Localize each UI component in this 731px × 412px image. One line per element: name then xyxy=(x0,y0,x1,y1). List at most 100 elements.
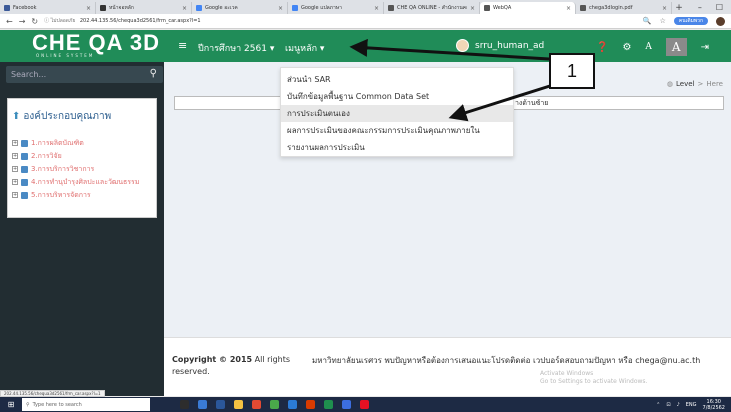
browser-tab[interactable]: หน้าจอหลัก × xyxy=(96,2,192,14)
network-icon[interactable]: ⊡ xyxy=(666,402,670,408)
tab-favicon-icon xyxy=(388,5,394,11)
panel-title: ⬆ องค์ประกอบคุณภาพ xyxy=(12,109,111,124)
expand-icon[interactable]: + xyxy=(12,153,18,159)
new-tab-button[interactable]: + xyxy=(672,2,686,14)
tree-item[interactable]: +3.การบริการวิชาการ xyxy=(12,165,141,173)
quality-component-panel: ⬆ องค์ประกอบคุณภาพ +1.การผลิตบัณฑิต +2.กา… xyxy=(7,98,157,218)
store-icon[interactable] xyxy=(216,400,225,409)
tab-close-icon[interactable]: × xyxy=(566,5,571,12)
account-pill[interactable]: คนเดิมพวก xyxy=(673,17,708,25)
tab-close-icon[interactable]: × xyxy=(470,5,475,12)
dashboard-icon: ◍ xyxy=(666,80,674,88)
search-icon[interactable]: ⚲ xyxy=(150,68,157,79)
volume-icon[interactable]: ♪ xyxy=(677,402,680,408)
font-size-small-button[interactable]: A xyxy=(645,42,652,52)
copyright-rest: All rights xyxy=(252,355,291,364)
url-field[interactable]: ⓘ ไม่ปลอดภัย 202.44.135.56/chequa3d2561/… xyxy=(44,17,637,25)
expand-icon[interactable]: + xyxy=(12,192,18,198)
zoom-icon[interactable]: 🔍 xyxy=(643,17,652,25)
star-icon[interactable]: ☆ xyxy=(660,17,666,25)
sidebar: Search... ⚲ ⬆ องค์ประกอบคุณภาพ +1.การผลิ… xyxy=(0,62,164,396)
cogs-icon[interactable]: ⚙ xyxy=(622,42,631,53)
user-menu[interactable]: srru_human_ad xyxy=(456,39,544,52)
expand-icon[interactable]: + xyxy=(12,166,18,172)
folder-icon xyxy=(21,179,28,186)
taskbar-search-input[interactable]: ⚲ Type here to search xyxy=(22,398,150,411)
windows-start-icon[interactable]: ⊞ xyxy=(0,400,22,409)
browser-tab[interactable]: Google อะเวค × xyxy=(192,2,288,14)
question-icon[interactable]: ❓ xyxy=(596,42,608,53)
expand-icon[interactable]: + xyxy=(12,179,18,185)
menu-item[interactable]: ผลการประเมินของคณะกรรมการประเมินคุณภาพภา… xyxy=(281,122,513,139)
tab-close-icon[interactable]: × xyxy=(182,5,187,12)
profile-avatar[interactable] xyxy=(716,16,725,26)
tab-label: Google แปลภาษา xyxy=(301,5,342,11)
browser-tab[interactable]: Facebook × xyxy=(0,2,96,14)
sign-out-icon[interactable]: ⇥ xyxy=(701,42,709,53)
tab-close-icon[interactable]: × xyxy=(374,5,379,12)
minimize-button[interactable]: – xyxy=(698,3,702,12)
tray-up-icon[interactable]: ⌃ xyxy=(656,402,660,408)
upload-icon: ⬆ xyxy=(12,111,21,122)
footer: Copyright © 2015 All rights reserved. มห… xyxy=(164,337,731,396)
back-icon[interactable]: ← xyxy=(6,17,13,26)
tab-label: Google อะเวค xyxy=(205,5,238,11)
app-icon[interactable] xyxy=(342,400,351,409)
clock[interactable]: 16:30 7/8/2562 xyxy=(703,399,725,411)
main-menu-dropdown[interactable]: เมนูหลัก ▾ xyxy=(285,41,324,55)
excel-icon[interactable] xyxy=(324,400,333,409)
browser-tab[interactable]: chega3dlogin.pdf × xyxy=(576,2,672,14)
url-text: 202.44.135.56/chequa3d2561/frm_car.aspx?… xyxy=(79,18,201,24)
menu-item[interactable]: การประเมินตนเอง xyxy=(281,105,513,122)
task-view-icon[interactable] xyxy=(180,400,189,409)
powerpoint-icon[interactable] xyxy=(306,400,315,409)
pdf-icon[interactable] xyxy=(360,400,369,409)
annotation-label: 1 xyxy=(549,53,595,89)
menu-item[interactable]: บันทึกข้อมูลพื้นฐาน Common Data Set xyxy=(281,88,513,105)
tree-item-label: 2.การวิจัย xyxy=(31,152,62,160)
contact-text: มหาวิทยาลัยนเรศวร พบปัญหาหรือต้องการเสนอ… xyxy=(312,356,701,365)
folder-icon xyxy=(21,192,28,199)
watermark-line2: Go to Settings to activate Windows. xyxy=(540,378,648,385)
app-header: CHE QA 3D ONLINE SYSTEM ≡ ปีการศึกษา 256… xyxy=(0,30,731,62)
hamburger-icon[interactable]: ≡ xyxy=(178,39,187,52)
tree-item[interactable]: +2.การวิจัย xyxy=(12,152,141,160)
browser-tab[interactable]: WebQA × xyxy=(480,2,576,14)
file-explorer-icon[interactable] xyxy=(234,400,243,409)
copyright-reserved: reserved. xyxy=(172,367,210,376)
menu-item[interactable]: รายงานผลการประเมิน xyxy=(281,139,513,156)
security-indicator[interactable]: ⓘ ไม่ปลอดภัย xyxy=(44,18,75,24)
year-dropdown[interactable]: ปีการศึกษา 2561 ▾ xyxy=(198,41,274,55)
word-icon[interactable] xyxy=(288,400,297,409)
watermark-line1: Activate Windows xyxy=(540,370,594,377)
font-size-large-button[interactable]: A xyxy=(665,38,687,56)
media-icon[interactable] xyxy=(252,400,261,409)
tree-item[interactable]: +4.การทำนุบำรุงศิลปะและวัฒนธรรม xyxy=(12,178,141,186)
tab-close-icon[interactable]: × xyxy=(662,5,667,12)
user-avatar xyxy=(456,39,469,52)
content-caption: างด้านซ้าย xyxy=(515,99,549,107)
breadcrumb: ◍ Level > Here xyxy=(667,80,723,88)
menu-item[interactable]: ส่วนนำ SAR xyxy=(281,71,513,88)
main-menu-list: ส่วนนำ SAR บันทึกข้อมูลพื้นฐาน Common Dat… xyxy=(280,67,514,157)
browser-tab[interactable]: CHE QA ONLINE - สำนักงานคณะฯ× xyxy=(384,2,480,14)
edge-icon[interactable] xyxy=(198,400,207,409)
maximize-button[interactable]: ☐ xyxy=(716,3,723,12)
address-bar: ← → ↻ ⓘ ไม่ปลอดภัย 202.44.135.56/chequa3… xyxy=(0,14,731,29)
tab-favicon-icon xyxy=(484,5,490,11)
browser-tabs: Facebook × หน้าจอหลัก × Google อะเวค × Google … xyxy=(0,0,672,14)
tab-close-icon[interactable]: × xyxy=(278,5,283,12)
language-indicator[interactable]: ENG xyxy=(686,402,697,408)
expand-icon[interactable]: + xyxy=(12,140,18,146)
address-bar-actions: 🔍 ☆ คนเดิมพวก xyxy=(643,16,725,26)
logo[interactable]: CHE QA 3D xyxy=(32,32,160,54)
browser-tab[interactable]: Google แปลภาษา × xyxy=(288,2,384,14)
chrome-icon[interactable] xyxy=(270,400,279,409)
search-input[interactable]: Search... ⚲ xyxy=(6,66,163,83)
breadcrumb-level[interactable]: Level xyxy=(676,80,694,88)
reload-icon[interactable]: ↻ xyxy=(31,17,38,26)
tree-item[interactable]: +5.การบริหารจัดการ xyxy=(12,191,141,199)
tree-item[interactable]: +1.การผลิตบัณฑิต xyxy=(12,139,141,147)
tab-close-icon[interactable]: × xyxy=(86,5,91,12)
forward-icon[interactable]: → xyxy=(19,17,26,26)
